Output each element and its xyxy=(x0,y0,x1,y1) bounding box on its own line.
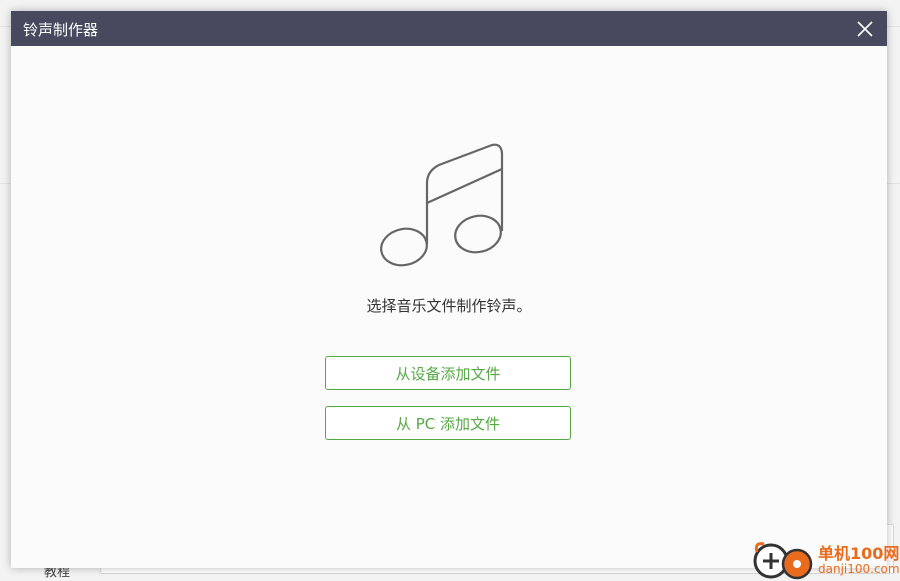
select-music-prompt: 选择音乐文件制作铃声。 xyxy=(366,297,532,315)
close-icon xyxy=(857,21,873,37)
watermark-logo-icon xyxy=(753,542,813,580)
watermark-name: 单机100网 xyxy=(818,544,900,563)
watermark-url: danji100.com xyxy=(818,562,900,576)
add-from-device-button[interactable]: 从设备添加文件 xyxy=(325,356,571,390)
watermark: 单机100网 danji100.com xyxy=(752,540,900,581)
dialog-titlebar: 铃声制作器 xyxy=(11,11,887,46)
add-from-pc-button[interactable]: 从 PC 添加文件 xyxy=(325,406,571,440)
close-button[interactable] xyxy=(853,17,877,41)
ringtone-maker-dialog: 铃声制作器 选择音乐文件制作铃声。 从设备添加文件 从 PC 添加文件 xyxy=(11,11,887,568)
music-note-icon xyxy=(380,143,504,267)
dialog-title: 铃声制作器 xyxy=(23,21,99,39)
